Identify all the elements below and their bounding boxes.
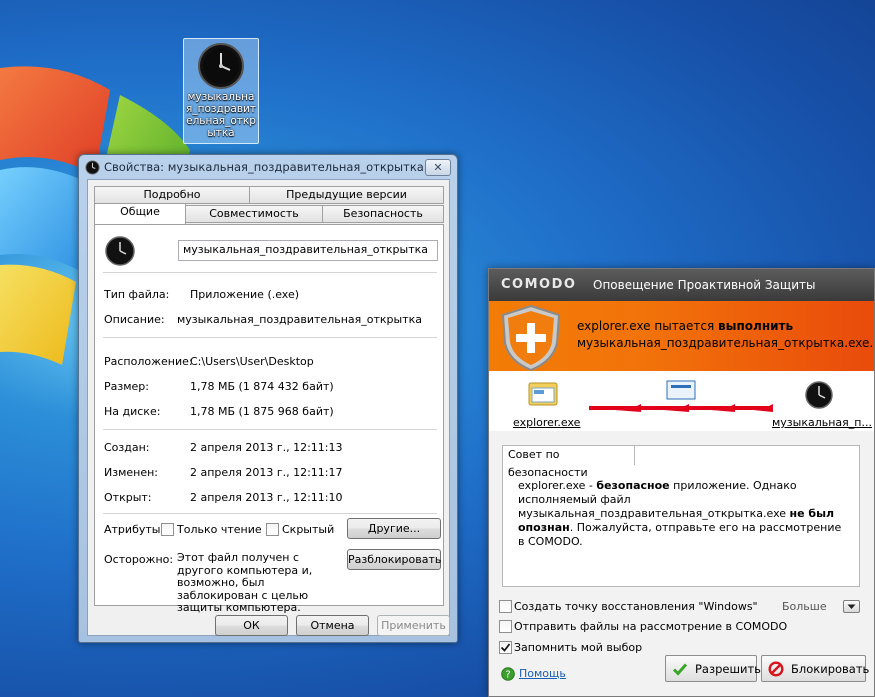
alert-title: Оповещение Проактивной Защиты (593, 278, 816, 292)
tab-details[interactable]: Подробно (94, 186, 250, 204)
properties-body: Подробно Предыдущие версии Общие Совмест… (87, 179, 450, 636)
more-label[interactable]: Больше (782, 600, 827, 613)
clock-icon (85, 160, 100, 175)
submit-files-checkbox[interactable] (499, 620, 512, 633)
readonly-label: Только чтение (177, 523, 262, 536)
tab-label: Подробно (143, 188, 201, 201)
tab-general[interactable]: Общие (94, 203, 186, 224)
other-attributes-button[interactable]: Другие... (347, 518, 441, 539)
arrow-flow (589, 380, 773, 412)
tab-label: Совместимость (209, 207, 299, 220)
restore-point-label: Создать точку восстановления "Windows" (514, 600, 758, 613)
submit-files-label: Отправить файлы на рассмотрение в COMODO (514, 620, 788, 633)
alert-message: explorer.exe пытается выполнить музыкаль… (577, 318, 873, 352)
comodo-titlebar[interactable]: COMODO Оповещение Проактивной Защиты (489, 269, 874, 301)
tab-compatibility[interactable]: Совместимость (185, 205, 323, 223)
location-label: Расположение: (104, 355, 193, 368)
description-label: Описание: (104, 313, 165, 326)
location-value: C:\Users\User\Desktop (190, 355, 314, 368)
modified-value: 2 апреля 2013 г., 12:11:17 (190, 466, 343, 479)
alert-action: выполнить (718, 319, 794, 333)
tab-label: Предыдущие версии (286, 188, 407, 201)
remember-choice-label: Запомнить мой выбор (514, 641, 643, 654)
block-button[interactable]: Блокировать (761, 655, 870, 682)
help-link[interactable]: Помощь (519, 667, 566, 680)
opened-value: 2 апреля 2013 г., 12:11:10 (190, 491, 343, 504)
separator (103, 429, 437, 430)
ok-button[interactable]: ОК (215, 615, 288, 636)
apply-button[interactable]: Применить (377, 615, 450, 636)
disk-size-label: На диске: (104, 405, 161, 418)
readonly-checkbox[interactable] (161, 523, 174, 536)
checkmark-icon (672, 663, 688, 676)
block-icon (768, 661, 784, 677)
window-title: Свойства: музыкальная_поздравительная_от… (104, 160, 424, 174)
attributes-label: Атрибуты: (104, 523, 165, 536)
remember-choice-checkbox[interactable] (499, 641, 512, 654)
caution-text: Этот файл получен с другого компьютера и… (177, 551, 313, 614)
general-tab-panel: музыкальная_поздравительная_открытка Тип… (94, 224, 444, 614)
description-value: музыкальная_поздравительная_открытка (177, 313, 423, 326)
explorer-icon (528, 382, 558, 406)
desktop-file-label: музыкальна я_поздравит ельная_откр ытка (186, 91, 256, 139)
created-label: Создан: (104, 441, 150, 454)
unblock-button[interactable]: Разблокировать (347, 549, 441, 570)
allow-label: Разрешить (695, 662, 761, 676)
alert-target: музыкальная_поздравительная_открытка.exe… (577, 336, 874, 350)
disk-size-value: 1,78 МБ (1 875 968 байт) (190, 405, 334, 418)
separator (103, 513, 437, 514)
shield-icon (501, 304, 561, 372)
hidden-checkbox[interactable] (266, 523, 279, 536)
created-value: 2 апреля 2013 г., 12:11:13 (190, 441, 343, 454)
allow-button[interactable]: Разрешить (665, 655, 761, 682)
cancel-button[interactable]: Отмена (296, 615, 369, 636)
clock-icon (805, 381, 833, 409)
properties-titlebar[interactable]: Свойства: музыкальная_поздравительная_от… (79, 155, 457, 181)
process-flow: explorer.exe музыкальная_п... (489, 371, 874, 431)
type-label: Тип файла: (104, 288, 170, 301)
hidden-label: Скрытый (282, 523, 335, 536)
alert-prefix: explorer.exe пытается (577, 319, 719, 333)
caution-label: Осторожно: (104, 553, 174, 566)
checkmark-icon (500, 643, 511, 652)
source-process-link[interactable]: explorer.exe (513, 416, 580, 429)
tab-previous-versions[interactable]: Предыдущие версии (249, 186, 444, 204)
clock-icon (198, 43, 244, 89)
tab-label: Общие (120, 205, 160, 218)
separator (103, 272, 437, 273)
chevron-down-icon (847, 604, 856, 609)
tab-security[interactable]: Безопасность (322, 205, 444, 223)
comodo-alert-window: COMODO Оповещение Проактивной Защиты exp… (488, 268, 875, 697)
modified-label: Изменен: (104, 466, 159, 479)
advice-bold: безопасное (596, 479, 670, 492)
more-dropdown-button[interactable] (843, 600, 860, 613)
size-label: Размер: (104, 380, 149, 393)
file-name-field[interactable]: музыкальная_поздравительная_открытка (178, 240, 438, 261)
close-icon: ✕ (433, 161, 443, 174)
advice-text: explorer.exe - безопасное приложение. Од… (518, 479, 846, 549)
size-value: 1,78 МБ (1 874 432 байт) (190, 380, 334, 393)
opened-label: Открыт: (104, 491, 152, 504)
comodo-logo: COMODO (501, 277, 577, 292)
tab-label: Безопасность (343, 207, 423, 220)
target-process-link[interactable]: музыкальная_п... (772, 416, 872, 429)
restore-point-checkbox[interactable] (499, 600, 512, 613)
alert-banner: explorer.exe пытается выполнить музыкаль… (489, 301, 874, 372)
close-button[interactable]: ✕ (425, 159, 451, 176)
properties-window: Свойства: музыкальная_поздравительная_от… (78, 154, 458, 643)
desktop-file-icon[interactable]: музыкальна я_поздравит ельная_откр ытка (183, 38, 259, 144)
block-label: Блокировать (791, 662, 870, 676)
help-icon: ? (501, 667, 515, 681)
type-value: Приложение (.exe) (190, 288, 300, 301)
advice-tab[interactable]: Совет по безопасности (502, 445, 635, 479)
separator (103, 337, 437, 338)
svg-text:?: ? (505, 670, 510, 681)
clock-icon (105, 236, 135, 266)
